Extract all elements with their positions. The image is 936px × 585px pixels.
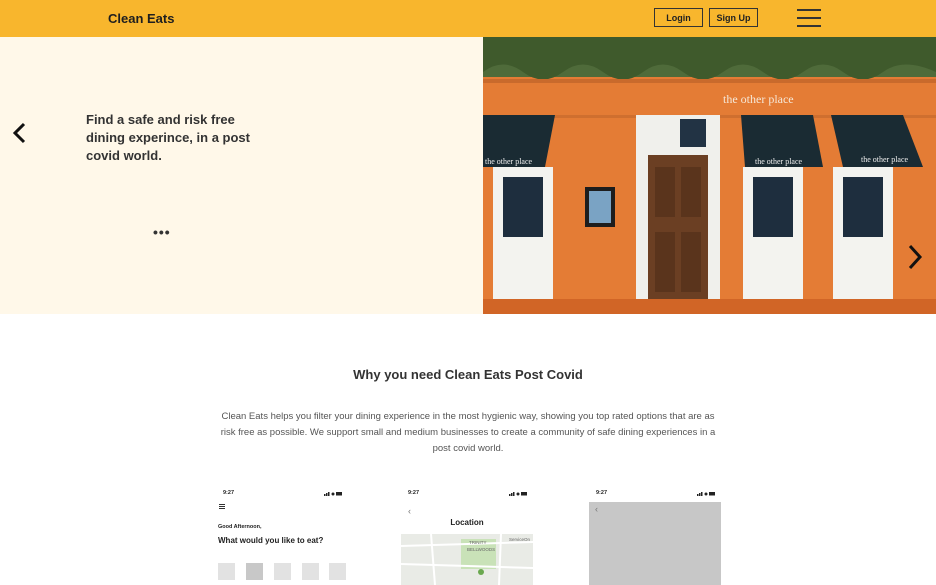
category-tile[interactable]	[246, 563, 263, 580]
hero-text-panel	[0, 37, 483, 314]
category-tile[interactable]	[302, 563, 319, 580]
signup-button[interactable]: Sign Up	[709, 8, 758, 27]
back-chevron-icon[interactable]: ‹	[408, 506, 411, 516]
image-placeholder	[589, 502, 721, 585]
location-title: Location	[450, 518, 484, 527]
category-tile[interactable]	[329, 563, 346, 580]
status-time: 9:27	[596, 490, 608, 496]
phone-mockup-detail: 9:27 ‹	[589, 487, 721, 585]
status-icons	[697, 492, 715, 496]
phone-mockup-location: 9:27 ‹ Location TRINITY BELLWOODS Servic…	[401, 487, 533, 585]
map-label: ServiceOn	[509, 537, 531, 542]
svg-text:the other place: the other place	[485, 157, 533, 166]
status-time: 9:27	[223, 490, 235, 496]
category-tile[interactable]	[218, 563, 235, 580]
map-label: TRINITY	[469, 540, 487, 545]
hero-storefront-image: the other place the other place the othe…	[483, 37, 936, 314]
category-tile[interactable]	[274, 563, 291, 580]
awning-sign: the other place	[755, 157, 803, 166]
phone-mockup-home: 9:27 Good Afternoon, What would you like…	[216, 487, 348, 585]
brand-logo[interactable]: Clean Eats	[108, 11, 174, 26]
greeting-text: Good Afternoon,	[218, 524, 262, 530]
svg-text:the other place: the other place	[861, 155, 909, 164]
section-title: Why you need Clean Eats Post Covid	[353, 367, 583, 382]
back-chevron-icon[interactable]: ‹	[595, 504, 598, 514]
carousel-prev-icon[interactable]	[10, 121, 30, 145]
carousel-next-icon[interactable]	[905, 243, 925, 271]
hamburger-menu-icon[interactable]	[797, 9, 821, 28]
menu-icon[interactable]	[219, 504, 225, 509]
carousel-dots-indicator[interactable]: •••	[153, 224, 171, 240]
storefront-illustration: the other place the other place the othe…	[483, 37, 936, 314]
map-label: BELLWOODS	[467, 547, 495, 552]
login-button[interactable]: Login	[654, 8, 703, 27]
section-description: Clean Eats helps you filter your dining …	[220, 411, 716, 454]
hero-headline: Find a safe and risk free dining experin…	[86, 112, 250, 163]
status-time: 9:27	[408, 490, 420, 496]
top-navbar: Clean Eats Login Sign Up	[0, 0, 936, 37]
status-icons	[509, 492, 527, 496]
map-graphic: TRINITY BELLWOODS ServiceOn	[401, 534, 533, 585]
status-icons	[324, 492, 342, 496]
question-text: What would you like to eat?	[218, 536, 324, 545]
map-view[interactable]: TRINITY BELLWOODS ServiceOn	[401, 534, 533, 585]
storefront-sign: the other place	[723, 92, 794, 106]
